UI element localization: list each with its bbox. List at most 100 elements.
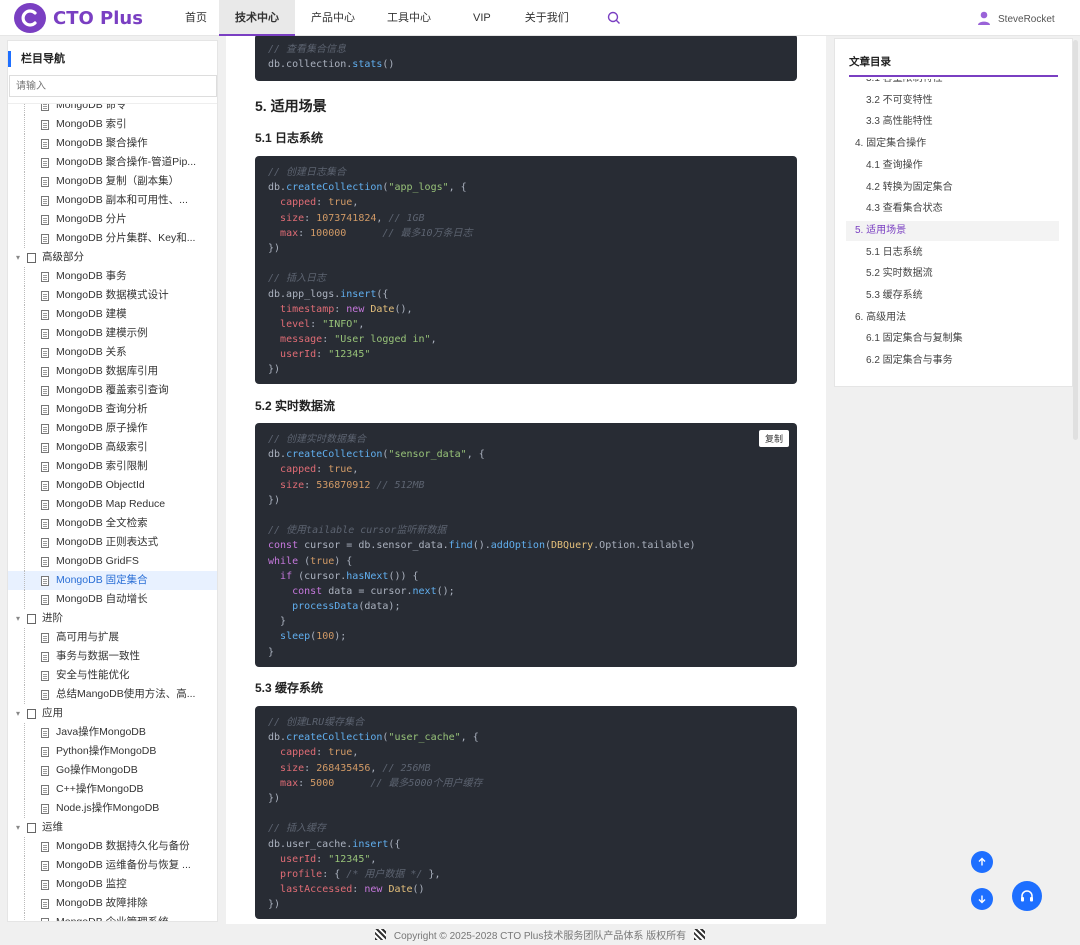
tree-item[interactable]: Python操作MongoDB: [8, 742, 217, 761]
toc-item[interactable]: 6.2 固定集合与事务: [846, 351, 1059, 371]
tree-item[interactable]: MongoDB 命令: [8, 104, 217, 115]
toc-item[interactable]: 3.1 容量限制特性: [846, 79, 1059, 89]
tree-item[interactable]: Go操作MongoDB: [8, 761, 217, 780]
sidebar-search-input[interactable]: [9, 75, 217, 97]
toc-item[interactable]: 6. 高级用法: [846, 308, 1059, 328]
tree-group[interactable]: ▾ 应用: [8, 704, 217, 723]
tree-item[interactable]: MongoDB 副本和可用性、...: [8, 191, 217, 210]
tree-item[interactable]: MongoDB 关系: [8, 343, 217, 362]
tree-guide-line: [24, 647, 25, 666]
toc-item[interactable]: 3.2 不可变特性: [846, 91, 1059, 111]
arrow-down-icon[interactable]: [971, 888, 993, 910]
tree-item-label: MongoDB 数据库引用: [56, 365, 159, 377]
tree-group[interactable]: ▾ 进阶: [8, 609, 217, 628]
sidebar: 栏目导航 MongoDB 命令MongoDB 索引MongoDB 聚合操作Mon…: [7, 40, 218, 922]
code-line: // 使用tailable cursor监听新数据: [268, 525, 447, 537]
tree-item[interactable]: Java操作MongoDB: [8, 723, 217, 742]
tree-item[interactable]: MongoDB 故障排除: [8, 894, 217, 913]
tree-item[interactable]: MongoDB 查询分析: [8, 400, 217, 419]
tree-guide-line: [24, 571, 25, 590]
tree-item[interactable]: MongoDB 复制（副本集）: [8, 172, 217, 191]
tree-item[interactable]: MongoDB 聚合操作-管道Pip...: [8, 153, 217, 172]
tree-item-label: MongoDB 聚合操作: [56, 137, 148, 149]
nav-item-tech-center[interactable]: 技术中心: [219, 0, 295, 36]
tree-item[interactable]: MongoDB 聚合操作: [8, 134, 217, 153]
nav-item-about[interactable]: 关于我们: [509, 0, 585, 36]
document-icon: [41, 104, 49, 111]
toc-item[interactable]: 4. 固定集合操作: [846, 134, 1059, 154]
tree-item[interactable]: MongoDB 事务: [8, 267, 217, 286]
tree-item[interactable]: MongoDB 自动增长: [8, 590, 217, 609]
tree-guide-line: [24, 191, 25, 210]
user-menu[interactable]: SteveRocket: [976, 10, 1055, 29]
toc-item[interactable]: 4.1 查询操作: [846, 156, 1059, 176]
tree-item[interactable]: MongoDB Map Reduce: [8, 495, 217, 514]
tree-item-label: Java操作MongoDB: [56, 726, 146, 738]
toc-item[interactable]: 4.3 查看集合状态: [846, 199, 1059, 219]
search-icon[interactable]: [607, 11, 621, 28]
tree-item[interactable]: MongoDB 企业管理系统: [8, 913, 217, 921]
tree-group[interactable]: ▾ 高级部分: [8, 248, 217, 267]
tree-item[interactable]: MongoDB 数据模式设计: [8, 286, 217, 305]
tree-guide-line: [24, 305, 25, 324]
tree-item[interactable]: MongoDB 正则表达式: [8, 533, 217, 552]
code-line: userId: "12345",: [280, 853, 377, 865]
nav-item-vip[interactable]: VIP: [447, 0, 509, 36]
tree-item[interactable]: MongoDB 分片集群、Key和...: [8, 229, 217, 248]
tree-item[interactable]: 安全与性能优化: [8, 666, 217, 685]
logo-mark-icon: [14, 3, 46, 33]
tree-item[interactable]: MongoDB 覆盖索引查询: [8, 381, 217, 400]
tree-item[interactable]: 高可用与扩展: [8, 628, 217, 647]
chevron-down-icon[interactable]: ▾: [12, 248, 24, 267]
tree-item[interactable]: MongoDB GridFS: [8, 552, 217, 571]
copy-button[interactable]: 复制: [758, 430, 789, 447]
document-icon: [41, 689, 49, 700]
tree-item[interactable]: MongoDB 索引: [8, 115, 217, 134]
tree-item-label: MongoDB 事务: [56, 270, 127, 282]
tree-item[interactable]: MongoDB 分片: [8, 210, 217, 229]
tree-item[interactable]: MongoDB 索引限制: [8, 457, 217, 476]
tree-item[interactable]: MongoDB 全文检索: [8, 514, 217, 533]
tree-item[interactable]: Node.js操作MongoDB: [8, 799, 217, 818]
code-line: // 插入缓存: [268, 823, 327, 835]
code-line: // 插入日志: [268, 273, 327, 285]
chevron-down-icon[interactable]: ▾: [12, 818, 24, 837]
tree-item[interactable]: 事务与数据一致性: [8, 647, 217, 666]
tree-item[interactable]: MongoDB 数据持久化与备份: [8, 837, 217, 856]
nav-item-tool-center[interactable]: 工具中心: [371, 0, 447, 36]
document-icon: [41, 556, 49, 567]
tree-item-label: MongoDB 聚合操作-管道Pip...: [56, 156, 197, 168]
brand-logo[interactable]: CTO Plus: [14, 3, 143, 33]
tree-item[interactable]: MongoDB 建模: [8, 305, 217, 324]
tree-item[interactable]: MongoDB ObjectId: [8, 476, 217, 495]
toc-item[interactable]: 5. 适用场景: [846, 220, 1059, 241]
tree-item[interactable]: MongoDB 监控: [8, 875, 217, 894]
tree-item[interactable]: MongoDB 建模示例: [8, 324, 217, 343]
toc-item[interactable]: 3.3 高性能特性: [846, 112, 1059, 132]
toc-item[interactable]: 6.1 固定集合与复制集: [846, 329, 1059, 349]
toc-item[interactable]: 5.3 缓存系统: [846, 286, 1059, 306]
toc-item[interactable]: 5.2 实时数据流: [846, 264, 1059, 284]
tree-item[interactable]: MongoDB 高级索引: [8, 438, 217, 457]
toc-item[interactable]: 4.2 转换为固定集合: [846, 178, 1059, 198]
tree-item[interactable]: MongoDB 数据库引用: [8, 362, 217, 381]
tree-guide-line: [24, 267, 25, 286]
chevron-down-icon[interactable]: ▾: [12, 704, 24, 723]
arrow-up-icon[interactable]: [971, 851, 993, 873]
tree-item-label: 运维: [42, 821, 63, 833]
tree-item[interactable]: MongoDB 运维备份与恢复 ...: [8, 856, 217, 875]
code-line: // 查看集合信息: [268, 44, 347, 55]
tree-item-label: MongoDB Map Reduce: [56, 498, 166, 510]
tree-item[interactable]: MongoDB 原子操作: [8, 419, 217, 438]
page-scrollbar[interactable]: [1073, 40, 1078, 440]
nav-item-product-center[interactable]: 产品中心: [295, 0, 371, 36]
tree-group[interactable]: ▾ 运维: [8, 818, 217, 837]
code-line: timestamp: new Date(),: [280, 303, 413, 315]
tree-item[interactable]: C++操作MongoDB: [8, 780, 217, 799]
chevron-down-icon[interactable]: ▾: [12, 609, 24, 628]
tree-item[interactable]: MongoDB 固定集合: [8, 571, 217, 590]
toc-item[interactable]: 5.1 日志系统: [846, 243, 1059, 263]
nav-item-home[interactable]: 首页: [165, 0, 219, 36]
tree-item[interactable]: 总结MangoDB使用方法、高...: [8, 685, 217, 704]
headset-icon[interactable]: [1012, 881, 1042, 911]
